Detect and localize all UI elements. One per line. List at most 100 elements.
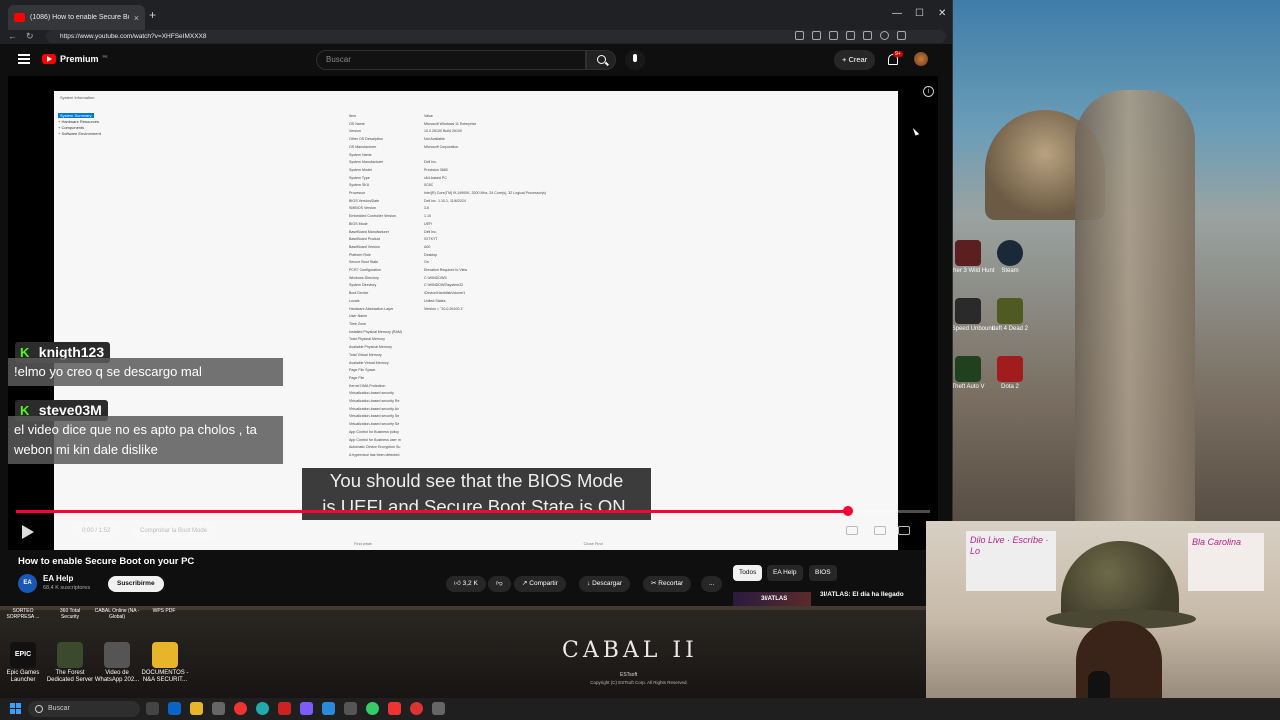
find-label: Find what: (354, 541, 373, 546)
thumbs-up-icon: 👍︎ (454, 580, 461, 587)
minimize-icon[interactable]: — (892, 8, 902, 19)
youtube-play-icon (42, 54, 56, 64)
recommended-thumbnail[interactable]: 3I/ATLAS (733, 592, 811, 606)
desktop-icon-l4d2[interactable]: Left 4 Dead 2 (980, 298, 1040, 333)
theater-mode-icon[interactable] (898, 526, 910, 535)
table-cell-value: Dell Inc. 1.10.1, 11/6/2024 (424, 198, 466, 203)
table-cell-value (424, 398, 659, 406)
browser-tab-youtube[interactable]: (1086) How to enable Secure Boo × (8, 5, 145, 30)
settings-icon[interactable] (874, 526, 886, 535)
desktop-icon-steam[interactable]: Steam (980, 240, 1040, 275)
table-cell-item: Total Virtual Memory (349, 352, 382, 357)
table-cell-item: Virtualization-based security Av (349, 406, 399, 411)
telegram-icon[interactable] (322, 702, 335, 715)
subscribe-button[interactable]: Suscribirme (108, 576, 164, 592)
create-button[interactable]: + Crear (834, 50, 876, 70)
table-row: System Type x64-based PC (349, 175, 659, 183)
table-row: Windows Directory C:\WINDOWS (349, 275, 659, 283)
maximize-icon[interactable]: ☐ (915, 8, 924, 19)
youtube-logo[interactable]: Premium PE (42, 54, 108, 64)
windows-start-icon[interactable] (10, 703, 21, 714)
progress-fill (16, 510, 848, 513)
desktop-label[interactable]: SORTEO SORPRESA ... (4, 608, 42, 620)
youtube-favicon-icon (14, 13, 25, 22)
channel-name[interactable]: EA Help (43, 574, 73, 583)
table-row: Installed Physical Memory (RAM) (349, 329, 659, 337)
app-icon[interactable] (344, 702, 357, 715)
brand-label: Premium (60, 54, 99, 64)
task-view-icon[interactable] (146, 702, 159, 715)
reload-icon[interactable]: ↻ (26, 30, 34, 43)
extension-icon[interactable] (846, 31, 855, 40)
like-button[interactable]: 👍︎ 3,2 K (446, 576, 486, 592)
table-row: OS Manufacturer Microsoft Corporation (349, 144, 659, 152)
close-window-icon[interactable]: ✕ (938, 8, 946, 19)
play-button-icon[interactable] (22, 525, 34, 539)
share-button[interactable]: ↗ Compartir (514, 576, 566, 592)
chrome-profile-icon[interactable] (256, 702, 269, 715)
table-cell-item: Kernel DMA Protection (349, 383, 386, 388)
table-row: Boot Device \Device\HarddiskVolume1 (349, 290, 659, 298)
desktop-icon-dota2[interactable]: Dota 2 (980, 356, 1040, 391)
app-icon[interactable] (366, 702, 379, 715)
extension-icon[interactable] (812, 31, 821, 40)
menu-icon[interactable] (897, 31, 906, 40)
bookmark-icon[interactable] (829, 31, 838, 40)
scissors-icon: ✂ (651, 580, 657, 587)
app-icon[interactable] (432, 702, 445, 715)
more-actions-button[interactable]: ... (701, 576, 723, 592)
table-row: Virtualization-based security Se (349, 421, 659, 429)
profile-icon[interactable] (880, 31, 889, 40)
channel-initials: EA (23, 580, 32, 586)
new-tab-icon[interactable]: + (149, 8, 156, 22)
desktop-icon-epic[interactable]: EPIC Epic Games Launcher (0, 642, 46, 684)
desktop-label[interactable]: CABAL Online (NA - Global) (94, 608, 140, 620)
chrome-icon[interactable] (234, 702, 247, 715)
desktop-icon-label: The Forest Dedicated Server (46, 670, 94, 683)
desktop-label[interactable]: WPS PDF (146, 608, 182, 614)
progress-bar[interactable] (16, 506, 930, 516)
subtitles-icon[interactable] (846, 526, 858, 535)
voice-search-icon[interactable] (625, 50, 645, 70)
table-cell-item: BaseBoard Manufacturer (349, 229, 389, 234)
account-avatar[interactable] (914, 52, 928, 66)
table-cell-item: SMBIOS Version (349, 206, 376, 211)
discord-icon[interactable] (300, 702, 313, 715)
desktop-icon-whatsapp-video[interactable]: Video de WhatsApp 202... (94, 642, 140, 684)
search-button[interactable] (586, 50, 616, 70)
dislike-button[interactable]: 👎︎ (488, 576, 511, 592)
extension-icon[interactable] (795, 31, 804, 40)
desktop-icon-documentos[interactable]: DOCUMENTOS - N&A SECURIT... (140, 642, 190, 684)
clip-button[interactable]: ✂ Recortar (643, 576, 692, 592)
recommended-title[interactable]: 3I/ATLAS: El día ha llegado (820, 591, 904, 598)
download-button[interactable]: ↓ Descargar (579, 576, 631, 592)
info-icon[interactable]: i (923, 86, 934, 97)
chapter-pill[interactable]: Comprobar la Boot Mode (130, 522, 218, 540)
progress-scrubber[interactable] (842, 506, 853, 516)
extension-icon[interactable] (863, 31, 872, 40)
table-row: BaseBoard Version A00 (349, 244, 659, 252)
search-input[interactable]: Buscar (316, 50, 586, 70)
back-icon[interactable]: ← (8, 30, 17, 43)
sysinfo-tree: System Summary + Hardware Resources + Co… (58, 113, 101, 137)
app-icon[interactable] (388, 702, 401, 715)
wall-poster: Bla Carolina (1188, 533, 1264, 591)
chip-all[interactable]: Todos (733, 565, 763, 581)
file-explorer-icon[interactable] (190, 702, 203, 715)
desktop-label[interactable]: 360 Total Security (52, 608, 88, 620)
taskbar-search[interactable]: Buscar (28, 701, 140, 717)
table-cell-value: 0XTKYT (424, 237, 438, 242)
desktop-icon-forest[interactable]: The Forest Dedicated Server (46, 642, 94, 684)
table-row: Secure Boot State On (349, 259, 659, 267)
chip-bios[interactable]: BIOS (809, 565, 837, 581)
app-icon[interactable] (278, 702, 291, 715)
edge-icon[interactable] (168, 702, 181, 715)
channel-avatar[interactable]: EA (18, 574, 37, 593)
store-icon[interactable] (212, 702, 225, 715)
close-tab-icon[interactable]: × (134, 13, 139, 23)
video-player[interactable]: System Information System Summary + Hard… (8, 76, 938, 550)
chrome-icon[interactable] (410, 702, 423, 715)
table-row: BIOS Mode UEFI (349, 221, 659, 229)
hamburger-menu-icon[interactable] (18, 54, 30, 64)
chip-channel[interactable]: EA Help (767, 565, 803, 581)
